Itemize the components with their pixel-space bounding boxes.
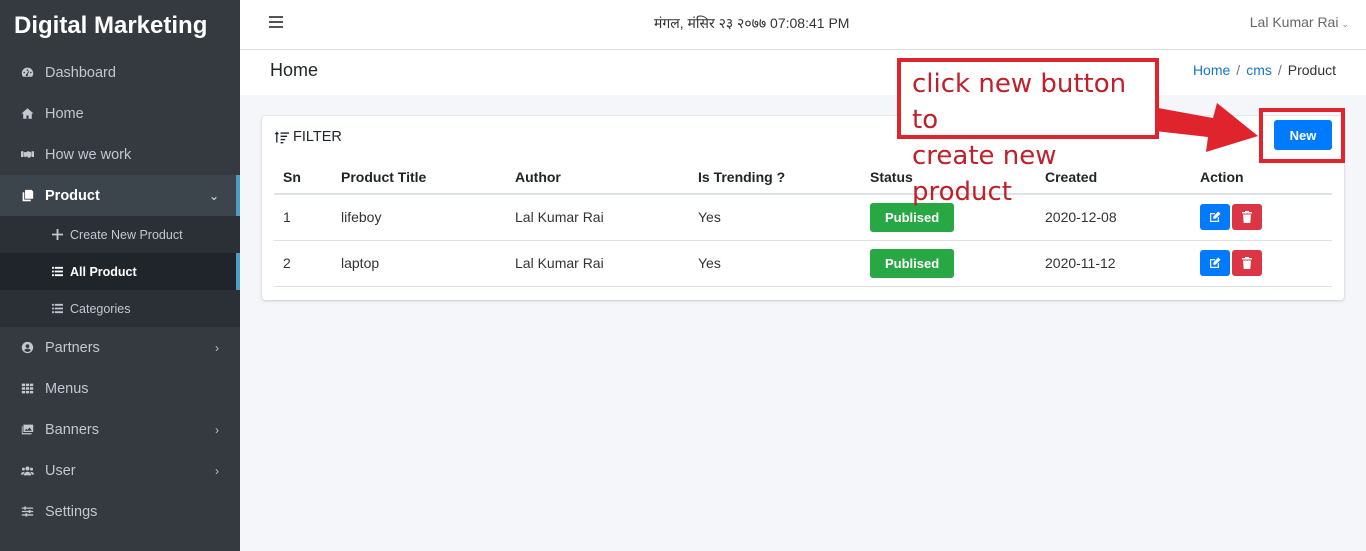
caret-down-icon: ⌄ (1341, 19, 1349, 29)
sidebar-item-user[interactable]: User › (0, 450, 240, 491)
user-name: Lal Kumar Rai (1249, 14, 1339, 30)
sidebar-item-home[interactable]: Home (0, 93, 240, 134)
breadcrumb: Home / cms / Product (1193, 62, 1336, 78)
column-header-author[interactable]: Author (506, 160, 689, 195)
table-row: 2 laptop Lal Kumar Rai Yes Publised 2020… (274, 240, 1332, 287)
cell-sn: 2 (274, 240, 332, 287)
sidebar: Digital Marketing Dashboard Home How we … (0, 0, 240, 551)
breadcrumb-cms[interactable]: cms (1246, 62, 1272, 78)
grid-icon (19, 382, 35, 395)
sidebar-item-label: All Product (70, 264, 137, 279)
breadcrumb-home[interactable]: Home (1193, 62, 1230, 78)
filter-label: FILTER (293, 129, 342, 145)
delete-button[interactable] (1232, 250, 1262, 276)
home-icon (19, 107, 35, 120)
sidebar-item-all-product[interactable]: All Product (0, 253, 240, 290)
chevron-down-icon: ⌄ (208, 188, 219, 203)
status-badge: Publised (870, 248, 955, 278)
chevron-right-icon: › (215, 463, 219, 478)
hamburger-menu-icon[interactable] (269, 16, 283, 28)
cell-is-trending: Yes (689, 194, 861, 241)
annotation-callout: click new button to create new product (897, 58, 1159, 207)
cell-product-title: laptop (332, 240, 506, 287)
sidebar-item-label: Menus (45, 380, 89, 397)
cell-sn: 1 (274, 194, 332, 241)
sidebar-item-label: Partners (45, 339, 100, 356)
annotation-line-2: create new product (912, 141, 1057, 207)
annotation-highlight-box (1259, 108, 1345, 163)
images-icon (19, 423, 35, 436)
edit-button[interactable] (1200, 250, 1230, 276)
sidebar-item-label: Product (45, 187, 100, 204)
brand-title[interactable]: Digital Marketing (0, 0, 240, 52)
list-icon (50, 303, 64, 314)
user-circle-icon (19, 341, 35, 354)
edit-button[interactable] (1200, 204, 1230, 231)
chevron-right-icon: › (215, 340, 219, 355)
cell-author: Lal Kumar Rai (506, 240, 689, 287)
sidebar-item-label: Home (45, 105, 84, 122)
cell-product-title: lifeboy (332, 194, 506, 241)
sidebar-item-dashboard[interactable]: Dashboard (0, 52, 240, 93)
content-header: Home Home / cms / Product (240, 50, 1366, 95)
sidebar-item-label: User (45, 462, 76, 479)
cell-is-trending: Yes (689, 240, 861, 287)
users-icon (19, 464, 35, 477)
trash-icon (1242, 257, 1252, 269)
column-header-action: Action (1191, 160, 1332, 195)
sidebar-item-menus[interactable]: Menus (0, 368, 240, 409)
sidebar-item-partners[interactable]: Partners › (0, 327, 240, 368)
cell-author: Lal Kumar Rai (506, 194, 689, 241)
column-header-product-title[interactable]: Product Title (332, 160, 506, 195)
sort-filter-icon (274, 131, 289, 144)
sidebar-item-how-we-work[interactable]: How we work (0, 134, 240, 175)
sliders-icon (19, 505, 35, 518)
table-header-row: Sn Product Title Author Is Trending ? St… (274, 160, 1332, 195)
products-table: Sn Product Title Author Is Trending ? St… (274, 160, 1332, 287)
filter-toggle[interactable]: FILTER (274, 129, 342, 145)
breadcrumb-current: Product (1287, 62, 1336, 78)
trash-icon (1242, 211, 1252, 224)
dashboard-icon (19, 66, 35, 79)
annotation-line-1: click new button to (912, 69, 1127, 135)
sidebar-item-settings[interactable]: Settings (0, 491, 240, 532)
cell-status: Publised (861, 240, 1036, 287)
list-icon (50, 266, 64, 277)
breadcrumb-separator: / (1277, 62, 1282, 78)
page-title: Home (270, 60, 319, 80)
cell-action (1191, 194, 1332, 241)
edit-icon (1210, 211, 1221, 223)
copy-icon (19, 189, 35, 202)
cell-created: 2020-11-12 (1036, 240, 1191, 287)
sidebar-item-label: How we work (45, 146, 132, 163)
datetime-display: मंगल, मंसिर २३ २०७७ 07:08:41 PM (654, 15, 850, 31)
sidebar-item-categories[interactable]: Categories (0, 290, 240, 327)
breadcrumb-separator: / (1236, 62, 1241, 78)
top-navbar: मंगल, मंसिर २३ २०७७ 07:08:41 PM Lal Kuma… (240, 0, 1366, 50)
cell-action (1191, 240, 1332, 287)
column-header-is-trending[interactable]: Is Trending ? (689, 160, 861, 195)
table-row: 1 lifeboy Lal Kumar Rai Yes Publised 202… (274, 194, 1332, 241)
sidebar-item-label: Banners (45, 421, 100, 438)
handshake-icon (19, 148, 35, 161)
sidebar-item-label: Settings (45, 503, 98, 520)
column-header-sn[interactable]: Sn (274, 160, 332, 195)
product-submenu: Create New Product All Product Categorie… (0, 216, 240, 327)
sidebar-item-label: Dashboard (45, 64, 116, 81)
edit-icon (1210, 257, 1221, 268)
user-menu[interactable]: Lal Kumar Rai ⌄ (1250, 14, 1349, 30)
product-card: FILTER New Sn Product Title Author Is Tr… (262, 116, 1344, 300)
sidebar-item-banners[interactable]: Banners › (0, 409, 240, 450)
sidebar-item-create-new-product[interactable]: Create New Product (0, 216, 240, 253)
sidebar-item-label: Create New Product (70, 227, 183, 242)
sidebar-item-label: Categories (70, 301, 131, 316)
chevron-right-icon: › (215, 422, 219, 437)
sidebar-item-product[interactable]: Product ⌄ (0, 175, 240, 216)
plus-icon (50, 229, 64, 240)
delete-button[interactable] (1232, 204, 1262, 231)
